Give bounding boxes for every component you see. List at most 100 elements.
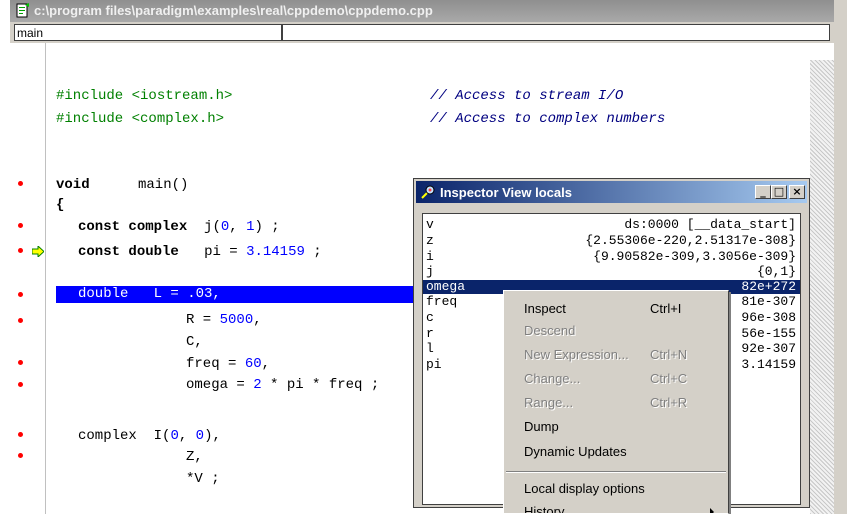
code-comment: // Access to complex numbers	[430, 111, 666, 127]
code-line: double L = .03,	[78, 286, 221, 302]
code-number: 2	[253, 377, 262, 393]
inspector-titlebar[interactable]: Inspector View locals _ □ ×	[416, 181, 807, 203]
code-token: R =	[186, 312, 220, 328]
maximize-button[interactable]: □	[771, 185, 787, 199]
code-token: ,	[261, 356, 271, 372]
variable-name: j	[426, 264, 434, 279]
list-item[interactable]: j {0,1}	[423, 265, 800, 279]
menu-item-shortcut: Ctrl+R	[650, 395, 688, 410]
menu-item-shortcut: Ctrl+N	[650, 347, 688, 362]
menu-item-history[interactable]: History	[504, 501, 728, 514]
code-number: 0	[195, 428, 205, 444]
code-token: ,	[253, 312, 262, 328]
breakpoint-marker[interactable]	[18, 292, 23, 297]
breakpoint-marker[interactable]	[18, 453, 23, 458]
breakpoint-marker[interactable]	[18, 181, 23, 186]
code-keyword: void	[56, 177, 90, 193]
source-file-icon	[16, 3, 29, 18]
close-button[interactable]: ×	[789, 185, 805, 199]
code-keyword: double	[128, 244, 179, 260]
menu-item-label: Descend	[524, 323, 576, 338]
variable-name: omega	[426, 279, 466, 294]
code-keyword: complex	[128, 219, 188, 235]
menu-item-new-expression[interactable]: New Expression... Ctrl+N	[504, 344, 728, 366]
execution-arrow-icon	[32, 246, 44, 257]
code-line: const double pi = 3.14159 ;	[78, 244, 322, 261]
variable-name: l	[426, 341, 434, 356]
breakpoint-marker[interactable]	[18, 248, 23, 253]
list-item[interactable]: i {9.90582e-309,3.3056e-309}	[423, 250, 800, 264]
inspector-title: Inspector View locals	[440, 185, 572, 200]
submenu-arrow-icon	[710, 508, 714, 513]
menu-item-label: History	[524, 504, 565, 514]
code-line: Z,	[186, 449, 203, 465]
code-token: omega =	[186, 377, 254, 393]
menu-item-change[interactable]: Change... Ctrl+C	[504, 368, 728, 390]
function-selector[interactable]: main	[14, 24, 282, 41]
menu-item-label: Range...	[524, 395, 574, 410]
code-token: ;	[304, 244, 322, 260]
breakpoint-marker[interactable]	[18, 360, 23, 365]
code-line: C,	[186, 334, 203, 350]
menu-item-range[interactable]: Range... Ctrl+R	[504, 392, 728, 414]
menu-item-shortcut: Ctrl+C	[650, 371, 688, 386]
variable-name: freq	[426, 294, 458, 309]
code-token: ,	[178, 428, 196, 444]
menu-item-dynamic-updates[interactable]: Dynamic Updates	[504, 441, 728, 463]
code-number: 0	[170, 428, 179, 444]
variable-value: {9.90582e-309,3.3056e-309}	[593, 249, 796, 264]
vertical-scrollbar[interactable]	[834, 0, 847, 514]
code-token: ,	[229, 219, 247, 235]
variable-value: 92e-307	[741, 341, 796, 356]
code-token: ),	[204, 428, 221, 444]
code-token: I(	[153, 428, 171, 444]
breakpoint-gutter[interactable]	[10, 43, 46, 514]
minimize-button[interactable]: _	[755, 185, 771, 199]
editor-title: c:\program files\paradigm\examples\real\…	[34, 3, 433, 18]
code-line: {	[56, 197, 65, 213]
code-line: main()	[138, 177, 189, 193]
code-keyword: const	[78, 219, 121, 235]
menu-item-label: Dump	[524, 419, 559, 434]
variable-value: {2.55306e-220,2.51317e-308}	[585, 233, 796, 248]
code-token: complex	[78, 428, 137, 444]
menu-item-local-display-options[interactable]: Local display options	[504, 478, 728, 500]
breakpoint-marker[interactable]	[18, 318, 23, 323]
variable-name: c	[426, 310, 434, 325]
list-item[interactable]: v ds:0000 [__data_start]	[423, 218, 800, 232]
menu-item-shortcut: Ctrl+I	[650, 301, 682, 316]
inspector-icon	[421, 185, 435, 199]
code-line: complex I(0, 0),	[78, 428, 221, 445]
code-number: 3.14159	[246, 244, 305, 260]
editor-titlebar[interactable]: c:\program files\paradigm\examples\real\…	[10, 0, 834, 22]
menu-item-label: New Expression...	[524, 347, 629, 362]
menu-item-descend[interactable]: Descend	[504, 320, 728, 342]
code-token: pi =	[204, 244, 247, 260]
variable-value: 3.14159	[741, 357, 796, 372]
context-menu: Inspect Ctrl+I Descend New Expression... C…	[503, 290, 729, 514]
variable-value: 56e-155	[741, 326, 796, 341]
list-item[interactable]: z {2.55306e-220,2.51317e-308}	[423, 234, 800, 248]
code-token: j(	[204, 219, 221, 235]
breakpoint-marker[interactable]	[18, 432, 23, 437]
variable-value: 81e-307	[741, 294, 796, 309]
menu-item-label: Local display options	[524, 481, 645, 496]
code-number: 5000	[219, 312, 254, 328]
variable-value: ds:0000 [__data_start]	[624, 217, 796, 232]
variable-name: pi	[426, 357, 442, 372]
menu-item-dump[interactable]: Dump	[504, 416, 728, 438]
menu-separator	[506, 471, 726, 473]
variable-name: r	[426, 326, 434, 341]
code-line: omega = 2 * pi * freq ;	[186, 377, 379, 394]
menu-item-inspect[interactable]: Inspect Ctrl+I	[504, 298, 728, 320]
code-line: #include <complex.h>	[56, 111, 225, 127]
variable-name: v	[426, 217, 434, 232]
code-number: 0	[220, 219, 230, 235]
breakpoint-marker[interactable]	[18, 223, 23, 228]
variable-value: 82e+272	[741, 279, 796, 294]
screen: c:\program files\paradigm\examples\real\…	[0, 0, 847, 514]
menu-item-label: Inspect	[524, 301, 566, 316]
function-selector-secondary[interactable]	[282, 24, 830, 41]
variable-name: i	[426, 249, 434, 264]
breakpoint-marker[interactable]	[18, 382, 23, 387]
